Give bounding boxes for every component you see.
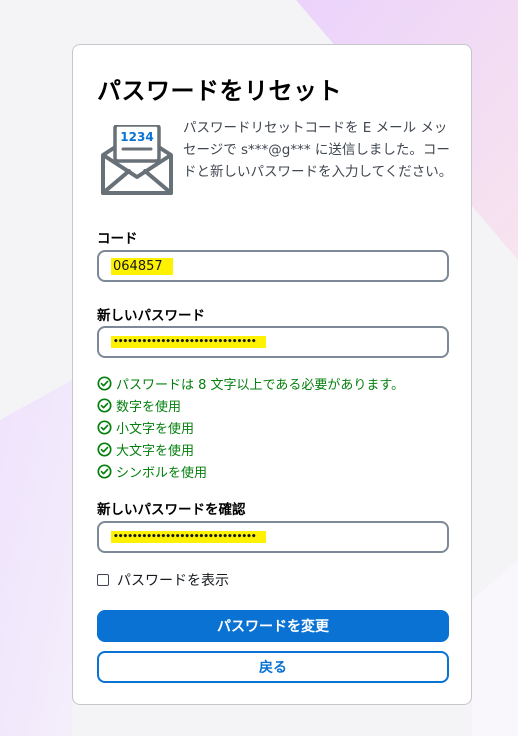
check-circle-icon	[97, 463, 112, 479]
requirement-item: 大文字を使用	[97, 438, 404, 460]
requirement-item: 小文字を使用	[97, 416, 404, 438]
check-circle-icon	[97, 419, 112, 435]
confirm-password-label: 新しいパスワードを確認	[97, 502, 246, 518]
envelope-code-icon: 1234	[101, 125, 173, 195]
check-circle-icon	[97, 375, 112, 391]
show-password-toggle[interactable]: パスワードを表示	[97, 570, 229, 590]
new-password-label: 新しいパスワード	[97, 308, 205, 324]
check-circle-icon	[97, 441, 112, 457]
requirement-item: パスワードは 8 文字以上である必要があります。	[97, 372, 404, 394]
new-password-value: ••••••••••••••••••••••••••••••	[111, 336, 266, 348]
new-password-input[interactable]: ••••••••••••••••••••••••••••••	[97, 326, 449, 358]
code-value: 064857	[111, 257, 173, 275]
requirement-text: シンボルを使用	[116, 465, 208, 481]
requirement-text: 数字を使用	[116, 399, 182, 415]
confirm-password-input[interactable]: ••••••••••••••••••••••••••••••	[97, 521, 449, 553]
code-label: コード	[97, 231, 138, 247]
back-button[interactable]: 戻る	[97, 651, 449, 683]
requirement-item: シンボルを使用	[97, 460, 404, 482]
page-title: パスワードをリセット	[97, 77, 342, 105]
code-badge: 1234	[120, 130, 153, 144]
reset-password-card: パスワードをリセット 1234 パスワードリセットコードを E メール メッセー…	[72, 44, 472, 705]
requirement-text: 小文字を使用	[116, 421, 195, 437]
show-password-checkbox[interactable]	[97, 574, 109, 586]
requirement-item: 数字を使用	[97, 394, 404, 416]
instructions-text: パスワードリセットコードを E メール メッセージで s***@g*** に送信…	[183, 120, 453, 180]
show-password-label: パスワードを表示	[117, 573, 229, 589]
password-requirements: パスワードは 8 文字以上である必要があります。 数字を使用 小文字を使用 大文…	[97, 372, 404, 482]
change-password-button[interactable]: パスワードを変更	[97, 610, 449, 642]
confirm-password-value: ••••••••••••••••••••••••••••••	[111, 531, 266, 543]
requirement-text: 大文字を使用	[116, 443, 195, 459]
code-input[interactable]: 064857	[97, 250, 449, 282]
requirement-text: パスワードは 8 文字以上である必要があります。	[116, 377, 405, 393]
check-circle-icon	[97, 397, 112, 413]
